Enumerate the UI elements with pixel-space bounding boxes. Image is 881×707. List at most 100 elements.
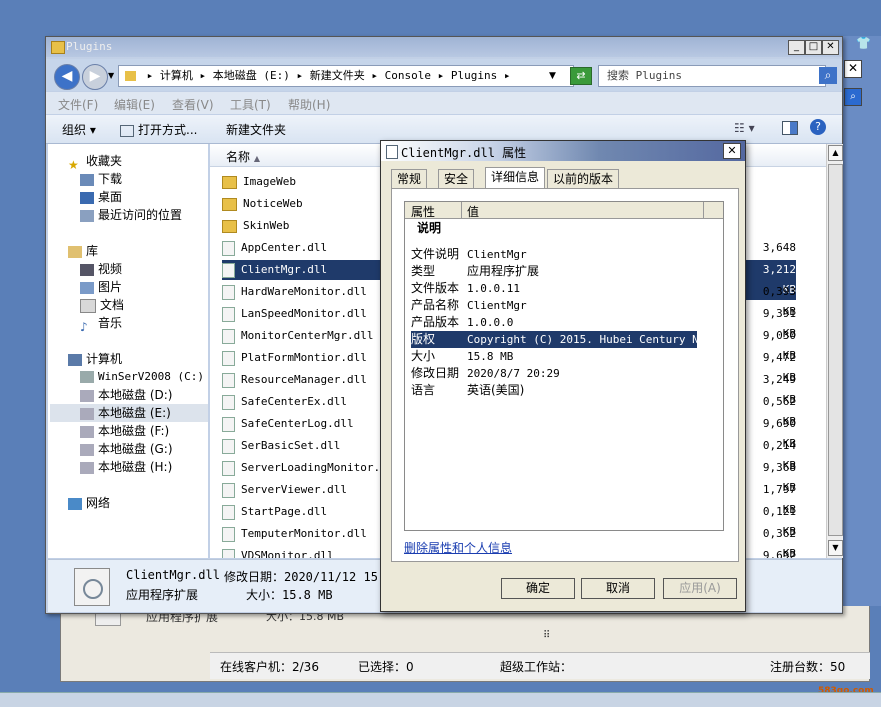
file-row-serbasicset[interactable]: SerBasicSet.dll [222, 436, 382, 456]
nav-music[interactable]: ♪ 音乐 [80, 314, 122, 334]
view-options-icon[interactable]: ☷ ▾ [734, 121, 755, 135]
nav-network[interactable]: 网络 [68, 494, 110, 512]
value-column-header[interactable]: 值 [467, 203, 479, 220]
search-input[interactable]: 搜索 Plugins [598, 65, 826, 87]
dialog-title: ClientMgr.dll 属性 [401, 146, 527, 160]
tab-previous-versions[interactable]: 以前的版本 [547, 169, 620, 188]
nav-downloads[interactable]: 下载 [80, 170, 122, 188]
nav-drive-g[interactable]: 本地磁盘 (G:) [80, 440, 173, 458]
breadcrumb-drive-e[interactable]: 本地磁盘 (E:) [213, 69, 290, 82]
file-row-resourcemanager[interactable]: ResourceManager.dll [222, 370, 382, 390]
file-row-noticeweb[interactable]: NoticeWeb [222, 194, 382, 214]
file-row-hardwaremonitor[interactable]: HardWareMonitor.dll [222, 282, 382, 302]
folder-icon [222, 175, 237, 189]
address-bar[interactable]: ▸ 计算机 ▸ 本地磁盘 (E:) ▸ 新建文件夹 ▸ Console ▸ Pl… [118, 65, 574, 87]
nav-desktop[interactable]: 桌面 [80, 188, 122, 206]
file-row-startpage[interactable]: StartPage.dll [222, 502, 382, 522]
scroll-up-icon[interactable]: ▲ [828, 145, 843, 161]
file-name: SafeCenterEx.dll [241, 395, 347, 408]
menu-file[interactable]: 文件(F) [58, 96, 98, 113]
ok-button[interactable]: 确定 [501, 578, 575, 599]
tab-general[interactable]: 常规 [391, 169, 428, 188]
breadcrumb-new-folder[interactable]: 新建文件夹 [310, 69, 365, 82]
apply-button[interactable]: 应用(A) [663, 578, 737, 599]
shirt-icon: 👕 [856, 36, 871, 50]
history-chevron-icon[interactable]: ▼ [108, 71, 114, 80]
open-with-button[interactable]: 打开方式... [120, 121, 197, 138]
breadcrumb-separator: ▸ [503, 69, 511, 82]
menu-tools[interactable]: 工具(T) [230, 96, 271, 113]
nav-drive-h[interactable]: 本地磁盘 (H:) [80, 458, 172, 476]
file-row-skinweb[interactable]: SkinWeb [222, 216, 382, 236]
menu-edit[interactable]: 编辑(E) [114, 96, 155, 113]
file-list-scrollbar[interactable]: ▲ ▼ [826, 144, 843, 558]
property-row[interactable]: 产品版本 1.0.0.0 [411, 314, 513, 331]
cancel-button[interactable]: 取消 [581, 578, 655, 599]
close-button[interactable]: ✕ [822, 40, 839, 55]
tab-security[interactable]: 安全 [438, 169, 475, 188]
background-close-icon[interactable]: ✕ [844, 60, 862, 78]
breadcrumb-console[interactable]: Console [385, 69, 431, 82]
property-row[interactable]: 产品名称 ClientMgr [411, 297, 527, 314]
background-search-icon[interactable]: ⌕ [844, 88, 862, 106]
new-folder-button[interactable]: 新建文件夹 [226, 121, 286, 138]
property-row[interactable]: 语言 英语(美国) [411, 382, 524, 399]
file-name: PlatFormMontior.dll [241, 351, 367, 364]
nav-computer[interactable]: 计算机 [68, 350, 122, 368]
nav-videos[interactable]: 视频 [80, 260, 122, 278]
file-row-appcenter[interactable]: AppCenter.dll [222, 238, 382, 258]
nav-network-label: 网络 [86, 496, 111, 510]
property-row-copyright[interactable]: 版权 Copyright (C) 2015. Hubei Century N... [411, 331, 719, 348]
help-icon[interactable]: ? [810, 119, 826, 135]
menu-help[interactable]: 帮助(H) [288, 96, 330, 113]
nav-library[interactable]: 库 [68, 242, 98, 260]
back-button[interactable]: ◀ [54, 64, 80, 90]
nav-drive-d[interactable]: 本地磁盘 (D:) [80, 386, 172, 404]
file-row-vdsmonitor[interactable]: VDSMonitor.dll [222, 546, 382, 558]
nav-drive-e-label: 本地磁盘 (E:) [98, 406, 171, 420]
file-row-safecenterlog[interactable]: SafeCenterLog.dll [222, 414, 382, 434]
scroll-thumb[interactable] [828, 164, 843, 536]
dll-file-icon [386, 145, 398, 159]
menu-view[interactable]: 查看(V) [172, 96, 214, 113]
dialog-close-button[interactable]: ✕ [723, 143, 741, 159]
organize-button[interactable]: 组织 ▾ [62, 121, 96, 138]
property-row[interactable]: 修改日期 2020/8/7 20:29 [411, 365, 560, 382]
file-row-lanspeedmonitor[interactable]: LanSpeedMonitor.dll [222, 304, 382, 324]
maximize-button[interactable]: □ [805, 40, 822, 55]
nav-documents[interactable]: 文档 [80, 296, 124, 314]
nav-pictures[interactable]: 图片 [80, 278, 122, 296]
breadcrumb-computer[interactable]: 计算机 [160, 69, 193, 82]
forward-button[interactable]: ▶ [82, 64, 108, 90]
file-row-monitorcentermgr[interactable]: MonitorCenterMgr.dll [222, 326, 382, 346]
property-row[interactable]: 类型 应用程序扩展 [411, 263, 539, 280]
breadcrumb-plugins[interactable]: Plugins [451, 69, 497, 82]
file-row-clientmgr[interactable]: ClientMgr.dll [222, 260, 382, 280]
dll-file-icon [222, 416, 235, 432]
file-name: ServerLoadingMonitor.dll [241, 461, 382, 474]
file-row-platformmontior[interactable]: PlatFormMontior.dll [222, 348, 382, 368]
file-row-serverloadingmonitor[interactable]: ServerLoadingMonitor.dll [222, 458, 382, 478]
nav-drive-c[interactable]: WinSerV2008 (C:) [80, 368, 204, 386]
file-row-serverviewer[interactable]: ServerViewer.dll [222, 480, 382, 500]
file-row-imageweb[interactable]: ImageWeb [222, 172, 382, 192]
refresh-icon[interactable]: ⇄ [570, 67, 592, 85]
search-icon[interactable]: ⌕ [819, 67, 837, 84]
property-row[interactable]: 文件说明 ClientMgr [411, 246, 527, 263]
property-row[interactable]: 大小 15.8 MB [411, 348, 513, 365]
preview-pane-icon[interactable] [782, 121, 798, 138]
nav-recent[interactable]: 最近访问的位置 [80, 206, 182, 224]
property-row[interactable]: 文件版本 1.0.0.11 [411, 280, 520, 297]
scroll-down-icon[interactable]: ▼ [828, 540, 843, 556]
column-name-header[interactable]: 名称 ▲ [226, 148, 260, 165]
nav-favorites[interactable]: ★ 收藏夹 [68, 152, 122, 172]
minimize-button[interactable]: _ [788, 40, 805, 55]
tab-details[interactable]: 详细信息 [485, 167, 546, 189]
file-row-temputermonitor[interactable]: TemputerMonitor.dll [222, 524, 382, 544]
remove-properties-link[interactable]: 删除属性和个人信息 [404, 539, 512, 556]
address-dropdown-icon[interactable]: ▼ [549, 71, 556, 81]
nav-drive-f[interactable]: 本地磁盘 (F:) [80, 422, 169, 440]
file-row-safecenterex[interactable]: SafeCenterEx.dll [222, 392, 382, 412]
nav-drive-e[interactable]: 本地磁盘 (E:) [50, 404, 208, 422]
property-column-header[interactable]: 属性 [411, 203, 435, 220]
